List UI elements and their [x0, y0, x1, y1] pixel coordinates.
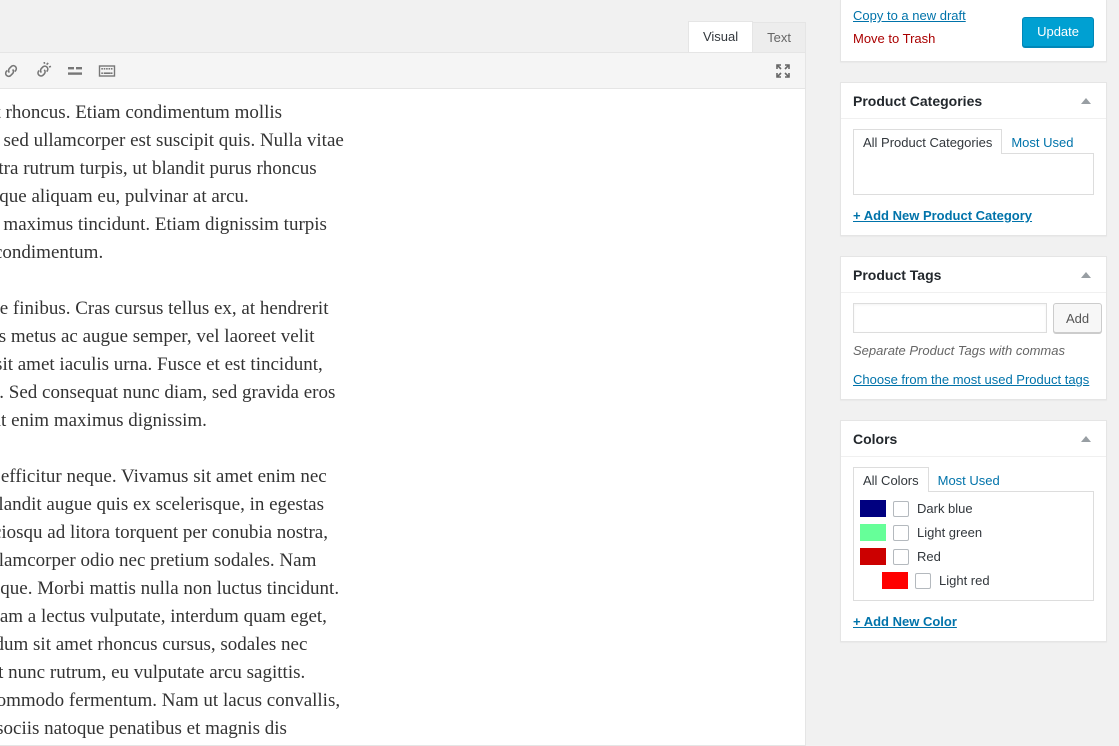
- color-list-item: Dark blue: [860, 500, 1087, 517]
- product-tags-box: Product Tags Add Separate Product Tags w…: [840, 256, 1107, 400]
- admin-screen: Visual Text 1 2 3: [0, 0, 1119, 746]
- product-categories-box: Product Categories All Product Categorie…: [840, 82, 1107, 236]
- distraction-free-icon[interactable]: [769, 57, 797, 85]
- product-tags-input-row: Add: [853, 303, 1103, 333]
- add-tag-button[interactable]: Add: [1053, 303, 1103, 333]
- update-button[interactable]: Update: [1022, 17, 1094, 47]
- add-new-color-link[interactable]: + Add New Color: [853, 614, 957, 629]
- tab-visual[interactable]: Visual: [687, 21, 754, 53]
- copy-to-new-draft-link[interactable]: Copy to a new draft: [853, 8, 966, 23]
- color-swatch: [860, 500, 886, 517]
- product-tags-header[interactable]: Product Tags: [841, 257, 1106, 293]
- editor-paragraph: eget erat at eros vulputate finibus. Cra…: [0, 298, 336, 431]
- colors-title: Colors: [853, 430, 898, 447]
- tab-all-product-categories[interactable]: All Product Categories: [853, 129, 1003, 154]
- product-tags-howto: Separate Product Tags with commas: [853, 343, 1065, 358]
- move-to-trash-link[interactable]: Move to Trash: [853, 27, 966, 50]
- product-tags-title: Product Tags: [853, 266, 942, 283]
- minor-publishing-actions: Copy to a new draft Move to Trash: [853, 4, 966, 50]
- color-list-item: Red: [860, 548, 1087, 565]
- editor-paragraph: er lectus eu leo hendrerit rhoncus. Etia…: [0, 102, 344, 263]
- editor-tabs-row: Visual Text: [0, 0, 806, 53]
- sidebar: Copy to a new draft Move to Trash Update…: [828, 0, 1119, 746]
- color-label[interactable]: Dark blue: [917, 501, 973, 516]
- unlink-icon[interactable]: [28, 56, 58, 86]
- color-label[interactable]: Light red: [939, 573, 990, 588]
- product-tags-inside: Add Separate Product Tags with commas Ch…: [841, 293, 1106, 399]
- product-categories-panel[interactable]: [853, 153, 1094, 195]
- color-label[interactable]: Red: [917, 549, 941, 564]
- chevron-up-icon[interactable]: [1076, 265, 1096, 285]
- tab-all-colors[interactable]: All Colors: [853, 467, 929, 492]
- product-categories-header[interactable]: Product Categories: [841, 83, 1106, 119]
- tab-most-used-product-categories[interactable]: Most Used: [1001, 129, 1083, 154]
- color-checkbox[interactable]: [915, 572, 931, 589]
- tab-text[interactable]: Text: [752, 22, 806, 53]
- color-checkbox[interactable]: [893, 500, 909, 517]
- product-categories-tabs: All Product Categories Most Used: [853, 129, 1094, 154]
- keyboard-shortcuts-icon[interactable]: [92, 56, 122, 86]
- color-list-item: Light green: [860, 524, 1087, 541]
- color-swatch: [882, 572, 908, 589]
- publish-box: Copy to a new draft Move to Trash Update: [840, 0, 1107, 62]
- editor-content[interactable]: er lectus eu leo hendrerit rhoncus. Etia…: [0, 89, 806, 746]
- colors-header[interactable]: Colors: [841, 421, 1106, 457]
- colors-inside: All Colors Most Used Dark blue Light gree…: [841, 457, 1106, 641]
- color-swatch: [860, 524, 886, 541]
- choose-most-used-tags-link[interactable]: Choose from the most used Product tags: [853, 372, 1094, 387]
- colors-list: Dark blue Light green Red Light red: [860, 498, 1087, 589]
- add-new-product-category-link[interactable]: + Add New Product Category: [853, 208, 1032, 223]
- editor-paragraph: ue id bibendum risus, ut efficitur neque…: [0, 466, 341, 739]
- editor-mode-tabs: Visual Text: [687, 20, 806, 53]
- colors-tabs: All Colors Most Used: [853, 467, 1094, 492]
- colors-box: Colors All Colors Most Used Dark blue Lig…: [840, 420, 1107, 642]
- product-categories-list: [860, 160, 1087, 162]
- tab-most-used-colors[interactable]: Most Used: [928, 467, 1010, 492]
- post-editor: Visual Text 1 2 3: [0, 0, 806, 746]
- chevron-up-icon[interactable]: [1076, 91, 1096, 111]
- color-label[interactable]: Light green: [917, 525, 982, 540]
- color-swatch: [860, 548, 886, 565]
- chevron-up-icon[interactable]: [1076, 429, 1096, 449]
- read-more-icon[interactable]: [60, 56, 90, 86]
- product-categories-title: Product Categories: [853, 92, 983, 109]
- product-categories-inside: All Product Categories Most Used + Add N…: [841, 119, 1106, 235]
- color-checkbox[interactable]: [893, 524, 909, 541]
- editor-toolbar: 1 2 3: [0, 52, 806, 89]
- color-list-item: Light red: [860, 572, 1087, 589]
- colors-panel[interactable]: Dark blue Light green Red Light red: [853, 491, 1094, 601]
- product-tags-input[interactable]: [853, 303, 1047, 333]
- link-icon[interactable]: [0, 56, 26, 86]
- color-checkbox[interactable]: [893, 548, 909, 565]
